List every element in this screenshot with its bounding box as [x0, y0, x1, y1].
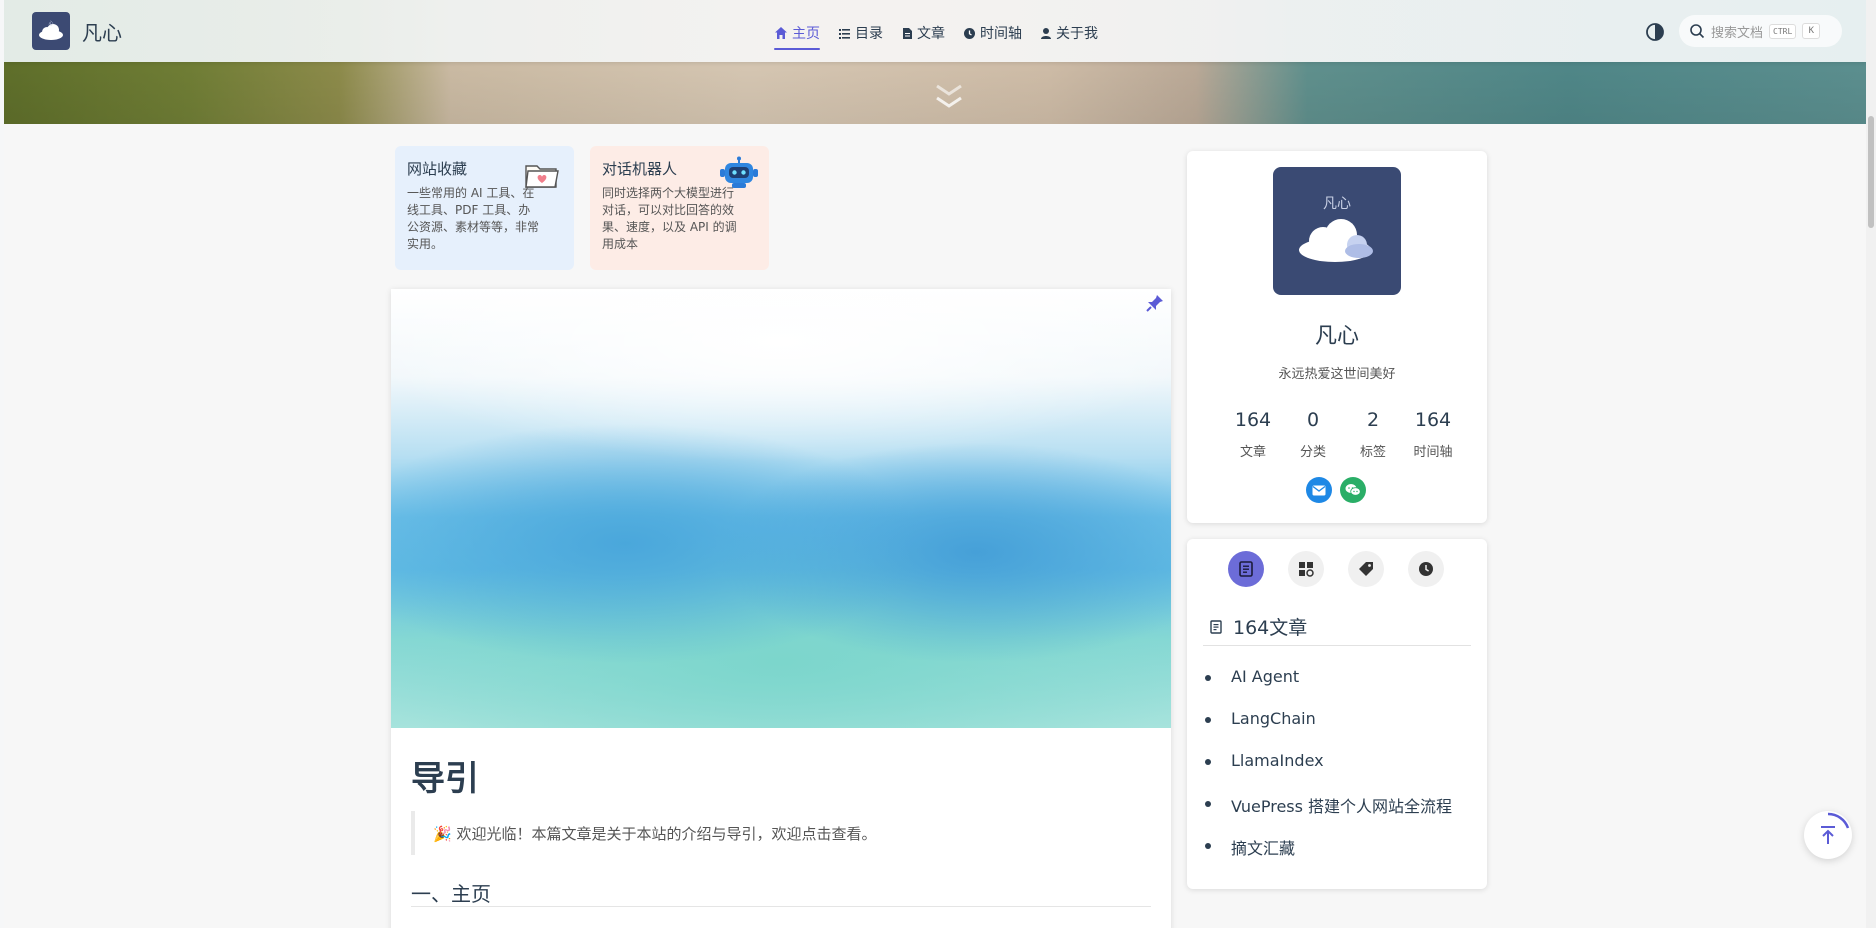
article-notice: 🎉 欢迎光临！本篇文章是关于本站的介绍与导引，欢迎点击查看。	[411, 811, 1149, 855]
site-name[interactable]: 凡心	[82, 17, 122, 46]
home-icon	[775, 27, 787, 39]
feature-card-bookmarks[interactable]: 网站收藏 一些常用的 AI 工具、在线工具、PDF 工具、办公资源、素材等等，非…	[395, 146, 574, 270]
stat-label: 分类	[1299, 445, 1326, 460]
list-item[interactable]: LangChain	[1203, 709, 1483, 751]
nav-timeline-label: 时间轴	[980, 26, 1022, 42]
wechat-button[interactable]	[1340, 477, 1366, 503]
search-placeholder: 搜索文档	[1711, 25, 1764, 41]
page-scrollbar[interactable]	[1866, 0, 1876, 928]
article-list-heading: 164文章	[1209, 613, 1307, 640]
nav-catalog[interactable]: 目录	[838, 20, 883, 46]
stat-tags[interactable]: 2 标签	[1343, 409, 1403, 460]
nav-home-label: 主页	[792, 26, 820, 42]
stat-value: 164	[1234, 409, 1272, 431]
top-navbar: 心 凡心 主页 目录 文章 时间轴 关于我 搜索文档 CTRL K	[4, 0, 1866, 62]
tab-articles[interactable]	[1228, 551, 1264, 587]
cloud-icon	[1299, 219, 1373, 262]
cloud-icon: 心	[39, 20, 63, 40]
article-list-card: 164文章 AI Agent LangChain LlamaIndex VueP…	[1187, 539, 1487, 889]
robot-icon	[720, 156, 758, 188]
info-tabs	[1228, 551, 1444, 587]
stat-label: 标签	[1359, 445, 1386, 460]
stat-value: 164	[1414, 409, 1452, 431]
profile-name: 凡心	[1314, 324, 1359, 349]
article-card[interactable]: 导引 🎉 欢迎光临！本篇文章是关于本站的介绍与导引，欢迎点击查看。	[391, 289, 1171, 928]
progress-ring	[1827, 812, 1850, 829]
list-item[interactable]: LlamaIndex	[1203, 751, 1483, 793]
stat-articles[interactable]: 164 文章	[1223, 409, 1283, 460]
profile-stats: 164 文章 0 分类 2 标签 164 时间轴	[1223, 409, 1463, 460]
social-links	[1306, 477, 1366, 503]
shortcut-key-k: K	[1802, 23, 1821, 39]
profile-motto: 永远热爱这世间美好	[1278, 367, 1396, 382]
tab-timeline[interactable]	[1408, 551, 1444, 587]
folder-heart-icon	[525, 165, 559, 188]
article-list: AI Agent LangChain LlamaIndex VuePress 搭…	[1203, 667, 1483, 877]
feature-desc: 同时选择两个大模型进行对话，可以对比回答的效果、速度，以及 API 的调用成本	[602, 186, 737, 251]
clock-icon	[1419, 562, 1433, 576]
email-button[interactable]	[1306, 477, 1332, 503]
back-to-top-button[interactable]	[1804, 811, 1852, 859]
shortcut-key-ctrl: CTRL	[1769, 23, 1797, 39]
avatar[interactable]: 凡心	[1273, 167, 1401, 295]
article-icon	[1239, 561, 1253, 577]
profile-card: 凡心 凡心 永远热爱这世间美好 164 文章 0 分类 2 标签 164 时间轴	[1187, 151, 1487, 523]
divider	[1203, 645, 1471, 646]
clock-icon	[964, 27, 975, 39]
nav-catalog-label: 目录	[855, 26, 883, 42]
section-divider	[411, 906, 1151, 907]
article-count-label: 164文章	[1233, 617, 1308, 639]
nav-timeline[interactable]: 时间轴	[963, 20, 1022, 46]
tab-categories[interactable]	[1288, 551, 1324, 587]
wechat-icon	[1345, 484, 1361, 496]
scroll-down-icon[interactable]	[929, 82, 969, 112]
svg-text:心: 心	[48, 20, 53, 27]
article-icon	[1210, 619, 1222, 634]
list-item[interactable]: 摘文汇藏	[1203, 835, 1483, 877]
nav-home[interactable]: 主页	[774, 20, 820, 50]
tab-tags[interactable]	[1348, 551, 1384, 587]
article-section-heading: 一、主页	[411, 882, 491, 906]
nav-about[interactable]: 关于我	[1040, 20, 1098, 46]
feature-card-chatbot[interactable]: 对话机器人 同时选择两个大模型进行对话，可以对比回答的效果、速度，以及 API …	[590, 146, 769, 270]
search-icon	[1690, 24, 1705, 39]
list-item[interactable]: VuePress 搭建个人网站全流程	[1203, 793, 1483, 835]
stat-value: 2	[1366, 409, 1380, 431]
article-title[interactable]: 导引	[411, 751, 479, 800]
pin-icon	[1146, 295, 1163, 312]
theme-toggle-icon[interactable]	[1645, 22, 1665, 42]
nav-articles[interactable]: 文章	[901, 20, 945, 46]
document-icon	[903, 27, 912, 39]
tag-icon	[1359, 562, 1373, 576]
stat-label: 时间轴	[1413, 445, 1453, 460]
stat-timeline[interactable]: 164 时间轴	[1403, 409, 1463, 460]
nav-articles-label: 文章	[917, 26, 945, 42]
category-icon	[1299, 562, 1314, 577]
stat-categories[interactable]: 0 分类	[1283, 409, 1343, 460]
email-icon	[1312, 485, 1326, 495]
main-nav: 主页 目录 文章 时间轴 关于我	[774, 20, 1116, 50]
stat-value: 0	[1306, 409, 1320, 431]
user-icon	[1041, 27, 1051, 39]
feature-desc: 一些常用的 AI 工具、在线工具、PDF 工具、办公资源、素材等等，非常实用。	[407, 186, 540, 251]
search-box[interactable]: 搜索文档 CTRL K	[1679, 15, 1842, 47]
list-icon	[839, 28, 850, 39]
list-item[interactable]: AI Agent	[1203, 667, 1483, 709]
page-frame: 心 凡心 主页 目录 文章 时间轴 关于我 搜索文档 CTRL K 网站收藏 一…	[4, 0, 1866, 928]
nav-about-label: 关于我	[1056, 26, 1098, 42]
article-cover-image[interactable]	[391, 289, 1171, 728]
stat-label: 文章	[1239, 445, 1266, 460]
site-logo[interactable]: 心	[32, 12, 70, 50]
scrollbar-thumb[interactable]	[1868, 116, 1874, 228]
